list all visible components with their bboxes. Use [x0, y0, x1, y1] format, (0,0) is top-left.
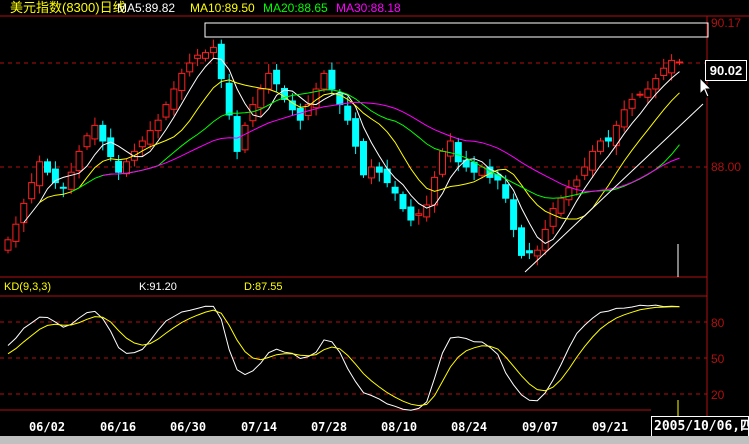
- candle-down: [375, 166, 383, 173]
- candle-down: [454, 142, 462, 163]
- candle-up: [367, 166, 375, 179]
- candle-down: [344, 105, 352, 121]
- candle-up: [573, 179, 581, 187]
- candle-up: [676, 61, 683, 64]
- date-tick: 07/14: [240, 420, 278, 434]
- date-tick: 07/28: [310, 420, 348, 434]
- candle-up: [162, 104, 170, 118]
- candle-down: [225, 82, 233, 116]
- candle-up: [541, 228, 549, 251]
- candle-up: [146, 130, 154, 145]
- candle-up: [265, 72, 273, 90]
- candle-up: [194, 54, 202, 59]
- candle-up: [557, 197, 565, 214]
- ma20-line: [70, 89, 680, 199]
- price-chart[interactable]: [0, 0, 749, 444]
- candle-down: [99, 124, 107, 142]
- kd-k-value: K:91.20: [139, 281, 177, 293]
- y-tick-label: 90.17: [711, 16, 742, 30]
- candle-down: [360, 141, 367, 176]
- candle-down: [336, 93, 344, 106]
- kd-tick-label: 80: [711, 316, 725, 330]
- candle-down: [391, 186, 399, 194]
- candle-up: [178, 72, 186, 92]
- candle-up: [138, 140, 146, 148]
- candle-up: [565, 187, 573, 201]
- candle-down: [525, 250, 533, 254]
- candle-up: [533, 249, 541, 257]
- candle-up: [628, 98, 636, 109]
- date-tick: 08/10: [380, 420, 418, 434]
- date-tick: 09/21: [591, 420, 629, 434]
- candle-up: [581, 166, 589, 176]
- y-tick-label: 88.00: [711, 160, 742, 174]
- annotation-rectangle: [204, 22, 709, 38]
- price-crosshair-box: 90.02: [705, 60, 747, 81]
- candle-up: [241, 124, 249, 151]
- kd-tick-label: 50: [711, 352, 725, 366]
- candle-down: [59, 186, 67, 189]
- date-tick: 06/16: [99, 420, 137, 434]
- candle-down: [328, 69, 336, 90]
- candle-up: [597, 140, 604, 152]
- kd-tick-label: 20: [711, 388, 725, 402]
- candle-up: [636, 93, 644, 96]
- candle-up: [75, 150, 83, 172]
- candle-up: [12, 223, 20, 242]
- kd-d-value: D:87.55: [244, 281, 283, 293]
- candle-up: [4, 239, 12, 251]
- candle-down: [273, 69, 281, 85]
- candle-down: [115, 160, 123, 173]
- date-tick: 08/24: [450, 420, 488, 434]
- candle-up: [549, 208, 557, 227]
- candle-up: [660, 67, 668, 76]
- candle-up: [320, 72, 328, 90]
- candle-up: [28, 182, 36, 200]
- candle-up: [83, 135, 91, 148]
- candle-down: [233, 116, 241, 152]
- candle-down: [288, 100, 296, 111]
- candle-up: [170, 88, 178, 110]
- cursor-date-box: 2005/10/06,四: [651, 416, 749, 436]
- date-tick: 06/02: [28, 420, 66, 434]
- candle-up: [652, 78, 660, 90]
- date-tick: 06/30: [169, 420, 207, 434]
- kd-indicator-name: KD(9,3,3): [4, 281, 52, 293]
- candle-up: [202, 52, 209, 59]
- candle-down: [399, 194, 407, 210]
- candle-up: [668, 59, 676, 74]
- candle-up: [644, 88, 652, 98]
- candle-up: [620, 109, 628, 128]
- candle-down: [518, 227, 525, 256]
- candle-up: [589, 150, 597, 171]
- candle-up: [446, 140, 454, 157]
- candle-up: [186, 62, 194, 73]
- status-bar: [0, 436, 749, 444]
- ma5-line: [23, 57, 680, 244]
- candle-up: [154, 119, 162, 132]
- date-tick: 09/07: [521, 420, 559, 434]
- candle-down: [407, 206, 415, 221]
- candle-down: [604, 137, 612, 142]
- candle-up: [123, 161, 130, 175]
- candle-up: [36, 161, 44, 187]
- candle-up: [439, 150, 446, 175]
- candle-down: [510, 199, 518, 230]
- candle-down: [352, 118, 360, 147]
- ma10-line: [39, 79, 680, 220]
- candle-up: [91, 124, 99, 140]
- candle-down: [107, 137, 115, 158]
- candle-down: [502, 184, 510, 199]
- candle-down: [44, 161, 51, 173]
- candle-up: [415, 213, 423, 216]
- candle-up: [209, 46, 217, 54]
- candle-up: [257, 88, 265, 109]
